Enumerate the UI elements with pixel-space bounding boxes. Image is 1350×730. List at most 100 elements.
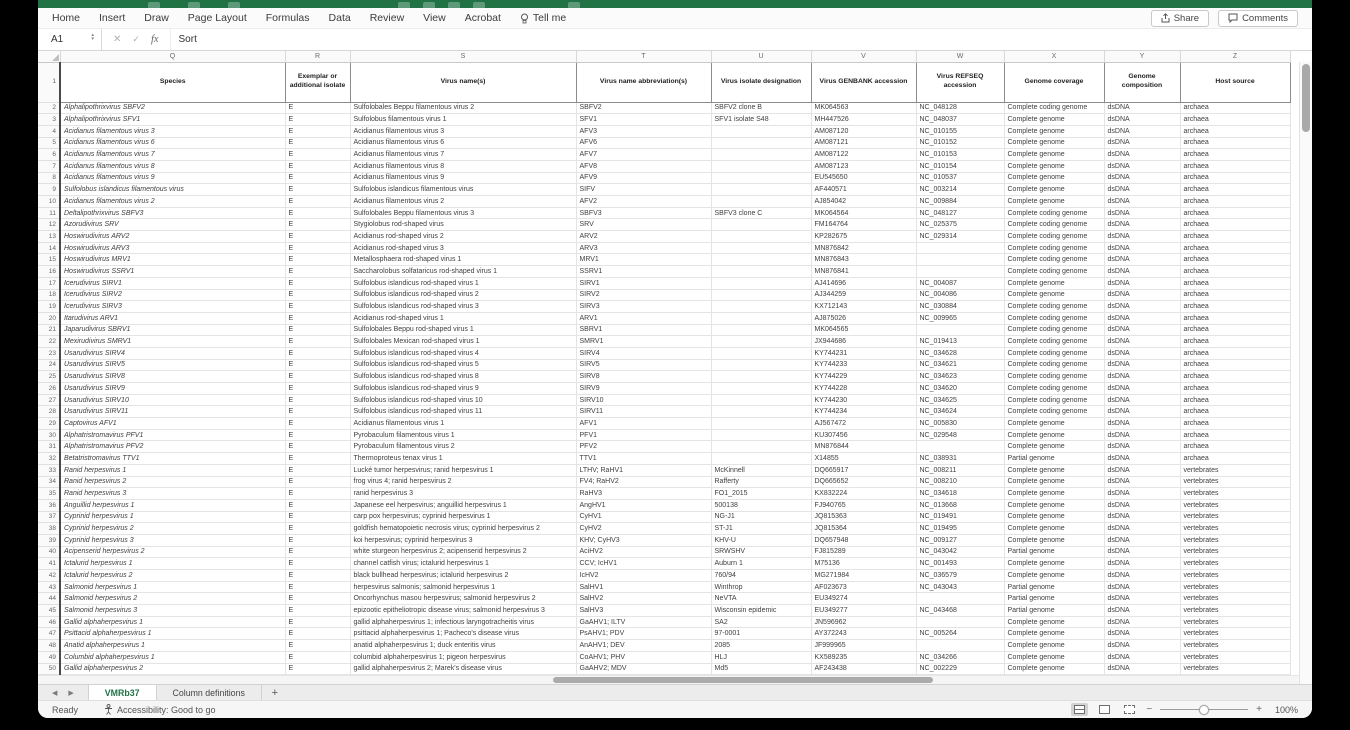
tell-me-button[interactable]: Tell me xyxy=(520,12,566,24)
cell[interactable] xyxy=(711,289,811,301)
cell[interactable]: SIFV xyxy=(576,184,711,196)
cell[interactable]: archaea xyxy=(1180,312,1290,324)
cell[interactable]: Psittacid alphaherpesvirus 1 xyxy=(60,628,285,640)
cell[interactable]: dsDNA xyxy=(1104,605,1180,617)
cell[interactable] xyxy=(711,324,811,336)
field-header[interactable]: Virus isolate designation xyxy=(711,62,811,102)
cell[interactable]: AM087121 xyxy=(811,137,916,149)
add-sheet-button[interactable]: + xyxy=(262,685,288,700)
cell[interactable]: NC_004086 xyxy=(916,289,1004,301)
cell[interactable]: Complete genome xyxy=(1004,523,1104,535)
cell[interactable]: E xyxy=(285,394,350,406)
cell[interactable]: archaea xyxy=(1180,149,1290,161)
cell[interactable]: vertebrates xyxy=(1180,605,1290,617)
cell[interactable]: GaAHV1; ILTV xyxy=(576,616,711,628)
cell[interactable]: Deltalipothrixvirus SBFV3 xyxy=(60,207,285,219)
cell[interactable]: E xyxy=(285,651,350,663)
cell[interactable]: vertebrates xyxy=(1180,511,1290,523)
cell[interactable]: NC_025375 xyxy=(916,219,1004,231)
cell[interactable] xyxy=(711,312,811,324)
cell[interactable]: NC_048127 xyxy=(916,207,1004,219)
cell[interactable] xyxy=(916,593,1004,605)
cell[interactable]: Anguillid herpesvirus 1 xyxy=(60,499,285,511)
cell[interactable]: Oncorhynchus masou herpesvirus; salmonid… xyxy=(350,593,576,605)
cell[interactable]: Ictalurid herpesvirus 1 xyxy=(60,558,285,570)
cell[interactable]: Complete coding genome xyxy=(1004,102,1104,114)
cell[interactable]: SMRV1 xyxy=(576,336,711,348)
cell[interactable]: Sulfolobales Beppu rod-shaped virus 1 xyxy=(350,324,576,336)
cell[interactable]: Complete coding genome xyxy=(1004,394,1104,406)
ribbon-tab-review[interactable]: Review xyxy=(370,12,404,24)
row-number-41[interactable]: 41 xyxy=(38,558,60,570)
cell[interactable]: dsDNA xyxy=(1104,616,1180,628)
cell[interactable]: Sulfolobus islandicus rod-shaped virus 3 xyxy=(350,301,576,313)
cell[interactable] xyxy=(711,149,811,161)
row-number-45[interactable]: 45 xyxy=(38,605,60,617)
row-number-50[interactable]: 50 xyxy=(38,663,60,675)
cell[interactable]: Auburn 1 xyxy=(711,558,811,570)
horizontal-scrollbar-thumb[interactable] xyxy=(553,677,933,683)
cell[interactable]: NC_038931 xyxy=(916,453,1004,465)
cell[interactable]: Cyprinid herpesvirus 1 xyxy=(60,511,285,523)
cell[interactable]: gallid alphaherpesvirus 1; infectious la… xyxy=(350,616,576,628)
cell[interactable]: Alphatristromavirus PFV2 xyxy=(60,441,285,453)
cell[interactable]: KY744229 xyxy=(811,371,916,383)
cell[interactable]: herpesvirus salmonis; salmonid herpesvir… xyxy=(350,581,576,593)
cell[interactable]: SIRV5 xyxy=(576,359,711,371)
cell[interactable]: NC_036579 xyxy=(916,570,1004,582)
row-number-25[interactable]: 25 xyxy=(38,371,60,383)
cell[interactable]: AM087122 xyxy=(811,149,916,161)
cell[interactable]: Metallosphaera rod-shaped virus 1 xyxy=(350,254,576,266)
cell[interactable]: MK064564 xyxy=(811,207,916,219)
next-sheet-icon[interactable]: ▶ xyxy=(68,689,73,697)
cell[interactable]: GaAHV2; MDV xyxy=(576,663,711,675)
row-number-29[interactable]: 29 xyxy=(38,418,60,430)
cell[interactable]: Usarudivirus SIRV8 xyxy=(60,371,285,383)
cell[interactable] xyxy=(711,383,811,395)
ribbon-tab-draw[interactable]: Draw xyxy=(144,12,169,24)
cell[interactable]: Japanese eel herpesvirus; anguillid herp… xyxy=(350,499,576,511)
cell[interactable]: psittacid alphaherpesvirus 1; Pacheco's … xyxy=(350,628,576,640)
cell[interactable]: epizootic epitheliotropic disease virus;… xyxy=(350,605,576,617)
cell[interactable]: Complete genome xyxy=(1004,558,1104,570)
cell[interactable]: AF243438 xyxy=(811,663,916,675)
cell[interactable]: E xyxy=(285,114,350,126)
cell[interactable]: Complete genome xyxy=(1004,172,1104,184)
cell[interactable]: Ranid herpesvirus 1 xyxy=(60,464,285,476)
cell[interactable]: MN876844 xyxy=(811,441,916,453)
cell[interactable]: SIRV10 xyxy=(576,394,711,406)
cell[interactable] xyxy=(916,324,1004,336)
cell[interactable]: TTV1 xyxy=(576,453,711,465)
cell[interactable]: Partial genome xyxy=(1004,605,1104,617)
cell[interactable]: MN876842 xyxy=(811,242,916,254)
row-number-21[interactable]: 21 xyxy=(38,324,60,336)
cell[interactable] xyxy=(711,277,811,289)
row-number-1[interactable]: 1 xyxy=(38,62,60,102)
cell[interactable] xyxy=(711,242,811,254)
cell[interactable]: dsDNA xyxy=(1104,125,1180,137)
cell[interactable]: Sulfolobus islandicus rod-shaped virus 5 xyxy=(350,359,576,371)
cell[interactable]: ST-J1 xyxy=(711,523,811,535)
cell[interactable] xyxy=(711,453,811,465)
cell[interactable]: dsDNA xyxy=(1104,172,1180,184)
cell[interactable]: Md5 xyxy=(711,663,811,675)
cell[interactable]: gallid alphaherpesvirus 2; Marek's disea… xyxy=(350,663,576,675)
cell[interactable] xyxy=(711,125,811,137)
cell[interactable]: SBFV2 xyxy=(576,102,711,114)
cell[interactable]: Usarudivirus SIRV5 xyxy=(60,359,285,371)
cell[interactable]: E xyxy=(285,570,350,582)
cell[interactable]: dsDNA xyxy=(1104,301,1180,313)
cell[interactable]: E xyxy=(285,277,350,289)
cell[interactable]: NC_004087 xyxy=(916,277,1004,289)
cell[interactable]: archaea xyxy=(1180,394,1290,406)
row-number-20[interactable]: 20 xyxy=(38,312,60,324)
cell[interactable]: SRV xyxy=(576,219,711,231)
cell[interactable]: Complete genome xyxy=(1004,418,1104,430)
cell[interactable]: Gallid alphaherpesvirus 2 xyxy=(60,663,285,675)
cell[interactable]: E xyxy=(285,383,350,395)
cell[interactable]: dsDNA xyxy=(1104,219,1180,231)
cell[interactable]: Complete coding genome xyxy=(1004,359,1104,371)
sheet-tab-column-definitions[interactable]: Column definitions xyxy=(157,685,262,700)
cell[interactable]: dsDNA xyxy=(1104,277,1180,289)
row-number-4[interactable]: 4 xyxy=(38,125,60,137)
